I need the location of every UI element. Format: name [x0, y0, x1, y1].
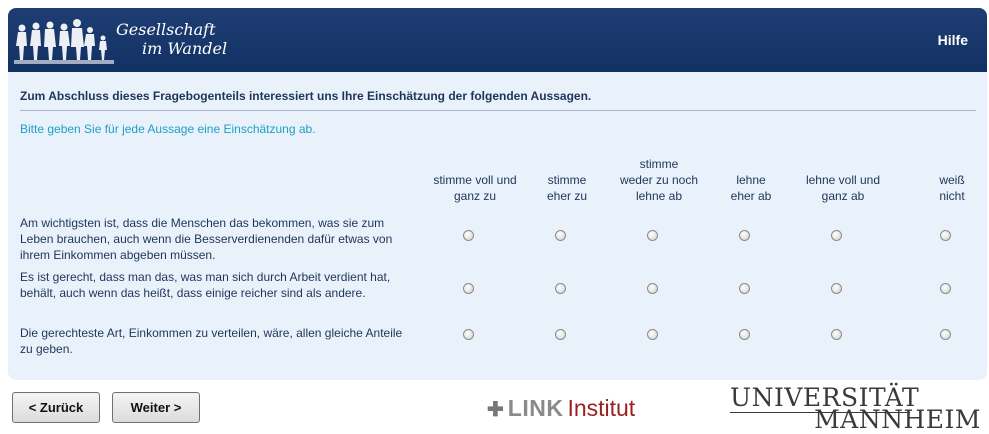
radio-button[interactable]: [940, 329, 951, 340]
instruction-text: Bitte geben Sie für jede Aussage eine Ei…: [20, 122, 316, 136]
column-header: weiß nicht: [939, 173, 965, 203]
link-institut-logo: ✚ LINK Institut: [487, 395, 635, 423]
item-text: Es ist gerecht, dass man das, was man si…: [20, 270, 391, 300]
radio-button[interactable]: [463, 283, 474, 294]
people-silhouettes-icon: [14, 19, 114, 64]
logo-line2: im Wandel: [142, 39, 228, 58]
radio-button[interactable]: [647, 329, 658, 340]
radio-button[interactable]: [555, 283, 566, 294]
uni-line2: MANNHEIM: [814, 405, 981, 434]
back-button[interactable]: < Zurück: [12, 392, 100, 423]
radio-button[interactable]: [555, 230, 566, 241]
radio-button[interactable]: [739, 230, 750, 241]
divider: [20, 110, 976, 111]
item-text: Die gerechteste Art, Einkommen zu vertei…: [20, 326, 403, 356]
link-brand: LINK: [507, 395, 564, 421]
intro-text: Zum Abschluss dieses Fragebogenteils int…: [20, 89, 592, 103]
radio-button[interactable]: [831, 283, 842, 294]
item-text: Am wichtigsten ist, dass die Menschen da…: [20, 216, 393, 262]
survey-panel: Gesellschaft im Wandel Hilfe Zum Abschlu…: [8, 8, 987, 380]
link-institut-text: Institut: [567, 395, 636, 421]
radio-button[interactable]: [463, 329, 474, 340]
radio-button[interactable]: [463, 230, 474, 241]
link-cross-icon: ✚: [487, 399, 504, 421]
radio-button[interactable]: [940, 230, 951, 241]
radio-button[interactable]: [555, 329, 566, 340]
logo-line1: Gesellschaft: [116, 20, 216, 39]
header-bar: Gesellschaft im Wandel Hilfe: [8, 8, 987, 72]
radio-button[interactable]: [647, 283, 658, 294]
radio-button[interactable]: [940, 283, 951, 294]
radio-button[interactable]: [831, 230, 842, 241]
radio-button[interactable]: [831, 329, 842, 340]
column-header: lehne voll und ganz ab: [805, 173, 881, 203]
radio-button[interactable]: [647, 230, 658, 241]
help-link[interactable]: Hilfe: [938, 32, 968, 48]
university-logo: UNIVERSITÄT MANNHEIM: [730, 383, 985, 434]
next-button[interactable]: Weiter >: [112, 392, 200, 423]
radio-button[interactable]: [739, 283, 750, 294]
logo-text: Gesellschaft im Wandel: [116, 20, 227, 58]
radio-button[interactable]: [739, 329, 750, 340]
